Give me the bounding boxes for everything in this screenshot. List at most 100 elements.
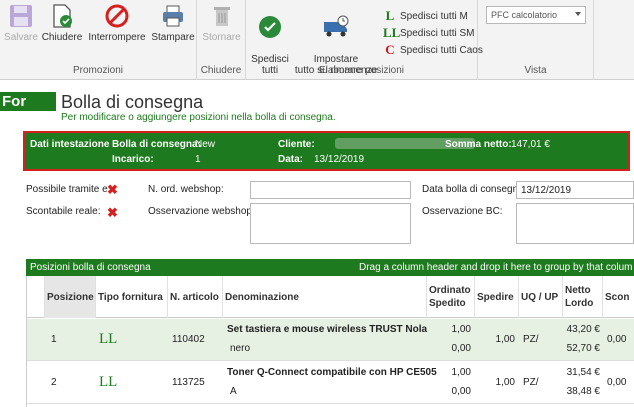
bolla-value: New bbox=[195, 139, 216, 150]
grid-header-row: Posizione Tipo fornitura N. articolo Den… bbox=[27, 276, 634, 318]
truck-clock-icon bbox=[324, 15, 349, 37]
cross-icon: ✖ bbox=[107, 205, 118, 220]
osservazione-bc-input[interactable] bbox=[516, 203, 634, 244]
group-label-promozioni: Promozioni bbox=[72, 65, 124, 76]
table-row[interactable]: 2 LL 113725 Toner Q-Connect compatibile … bbox=[27, 362, 634, 404]
osservazione-bc-label: Osservazione BC: bbox=[422, 206, 503, 217]
cross-icon: ✖ bbox=[107, 182, 118, 197]
stornare-label: Stornare bbox=[202, 32, 241, 43]
salvare-label: Salvare bbox=[4, 32, 38, 43]
grid-title-bar: Posizioni bolla di consegna Drag a colum… bbox=[26, 259, 634, 276]
group-promozioni: Salvare Chiudere Interrompere Stampare P… bbox=[0, 0, 197, 80]
interrompere-label: Interrompere bbox=[88, 32, 146, 43]
osservazione-webshop-label: Osservazione webshop: bbox=[148, 206, 255, 217]
col-header-articolo[interactable]: N. articolo bbox=[168, 276, 223, 318]
osservazione-webshop-input[interactable] bbox=[250, 203, 411, 244]
col-header-netto[interactable]: Netto Lordo bbox=[563, 276, 603, 318]
save-icon bbox=[10, 5, 32, 27]
spedisci-tutti-sm-label: Spedisci tutti SM bbox=[400, 27, 475, 39]
data-bolla-input[interactable]: 13/12/2019 bbox=[516, 181, 634, 199]
spedisci-tutti-sm-button[interactable]: LL Spedisci tutti SM bbox=[383, 25, 474, 41]
document-check-icon bbox=[53, 4, 72, 28]
row-ordinato: 1,00 bbox=[451, 367, 471, 378]
row-uq: PZ/ bbox=[523, 377, 539, 388]
bolla-label: Bolla di consegna: bbox=[112, 139, 201, 150]
row-spedito: 0,00 bbox=[451, 343, 471, 354]
c-icon: C bbox=[385, 42, 395, 57]
col-header-scon[interactable]: Scon bbox=[603, 276, 634, 318]
table-row[interactable]: 1 LL 110402 Set tastiera e mouse wireles… bbox=[27, 319, 634, 361]
col-header-posizione[interactable]: Posizione bbox=[45, 276, 96, 318]
interrompere-button[interactable]: Interrompere bbox=[86, 3, 148, 43]
spedisci-tutti-m-label: Spedisci tutti M bbox=[400, 10, 468, 22]
row-denominazione: Set tastiera e mouse wireless TRUST Nola bbox=[227, 324, 428, 335]
somma-value: 147,01 € bbox=[511, 139, 550, 150]
side-label: For bbox=[0, 92, 56, 111]
possibile-label: Possibile tramite e bbox=[26, 184, 108, 195]
row-uq: PZ/ bbox=[523, 334, 539, 345]
nord-webshop-label: N. ord. webshop: bbox=[148, 184, 224, 195]
row-ordinato: 1,00 bbox=[451, 324, 471, 335]
stornare-button[interactable]: Stornare bbox=[199, 3, 244, 43]
l-icon: L bbox=[385, 8, 395, 23]
group-label-vista: Vista bbox=[524, 65, 547, 76]
page-title: Bolla di consegna bbox=[61, 92, 204, 112]
row-netto: 31,54 € bbox=[566, 367, 600, 378]
col-header-ordinato[interactable]: Ordinato Spedito bbox=[427, 276, 475, 318]
check-circle-icon bbox=[259, 16, 281, 38]
incarico-label: Incarico: bbox=[112, 154, 154, 165]
chevron-down-icon bbox=[575, 12, 581, 16]
row-pos: 2 bbox=[51, 377, 57, 388]
row-articolo: 113725 bbox=[172, 377, 205, 388]
trash-icon bbox=[213, 7, 230, 26]
dati-intestazione: Dati intestazione bbox=[30, 139, 110, 150]
row-denominazione-2: nero bbox=[230, 343, 251, 354]
row-spedito: 0,00 bbox=[451, 386, 471, 397]
col-header-uq[interactable]: UQ / UP bbox=[519, 276, 563, 318]
page-subtitle: Per modificare o aggiungere posizioni ne… bbox=[61, 112, 336, 123]
col-header-denominazione[interactable]: Denominazione bbox=[223, 276, 427, 318]
incarico-value: 1 bbox=[195, 154, 201, 165]
row-lordo: 38,48 € bbox=[566, 386, 600, 397]
vista-combo-value: PFC calcolatorio bbox=[491, 10, 558, 20]
row-lordo: 52,70 € bbox=[566, 343, 600, 354]
ribbon: Salvare Chiudere Interrompere Stampare P… bbox=[0, 0, 634, 80]
group-chiudere: Stornare Chiudere bbox=[197, 0, 246, 80]
row-spedire[interactable]: 1,00 bbox=[475, 377, 515, 388]
header-band: Dati intestazione Bolla di consegna: New… bbox=[23, 131, 630, 171]
spedisci-tutti-m-button[interactable]: L Spedisci tutti M bbox=[383, 8, 468, 24]
cliente-label: Cliente: bbox=[278, 139, 315, 150]
row-scon: 0,00 bbox=[607, 334, 627, 345]
row-tipo: LL bbox=[99, 331, 118, 347]
group-label-chiudere: Chiudere bbox=[200, 65, 242, 76]
spedisci-tutti-caos-label: Spedisci tutti Caos bbox=[400, 44, 483, 56]
positions-grid: Posizione Tipo fornitura N. articolo Den… bbox=[26, 276, 634, 407]
row-spedire[interactable]: 1,00 bbox=[475, 334, 515, 345]
chiudere-label: Chiudere bbox=[41, 32, 83, 43]
data-bolla-label: Data bolla di consegn bbox=[422, 184, 519, 195]
row-netto: 43,20 € bbox=[566, 324, 600, 335]
ll-icon: LL bbox=[383, 25, 401, 40]
col-header-tipo[interactable]: Tipo fornitura bbox=[96, 276, 168, 318]
row-indicator-header bbox=[27, 276, 45, 318]
printer-icon bbox=[163, 5, 183, 27]
data-label: Data: bbox=[278, 154, 304, 165]
row-scon: 0,00 bbox=[607, 377, 627, 388]
row-tipo: LL bbox=[99, 374, 118, 390]
vista-combo[interactable]: PFC calcolatorio bbox=[486, 6, 586, 24]
somma-label: Somma netto: bbox=[445, 139, 512, 150]
row-denominazione: Toner Q-Connect compatibile con HP CE505 bbox=[227, 367, 437, 378]
col-header-spedire[interactable]: Spedire bbox=[475, 276, 519, 318]
stampare-label: Stampare bbox=[151, 32, 195, 43]
data-value: 13/12/2019 bbox=[314, 154, 365, 165]
group-label-elaborare: Elaborare posizioni bbox=[318, 65, 405, 76]
row-pos: 1 bbox=[51, 334, 57, 345]
grid-drag-hint: Drag a column header and drop it here to… bbox=[359, 262, 633, 273]
salvare-button[interactable]: Salvare bbox=[2, 3, 40, 43]
nord-webshop-input[interactable] bbox=[250, 181, 411, 199]
chiudere-button[interactable]: Chiudere bbox=[40, 3, 84, 43]
scontabile-label: Scontabile reale: bbox=[26, 206, 101, 217]
stampare-button[interactable]: Stampare bbox=[150, 3, 196, 43]
spedisci-tutti-caos-button[interactable]: C Spedisci tutti Caos bbox=[383, 42, 483, 58]
grid-title: Posizioni bolla di consegna bbox=[30, 262, 151, 273]
